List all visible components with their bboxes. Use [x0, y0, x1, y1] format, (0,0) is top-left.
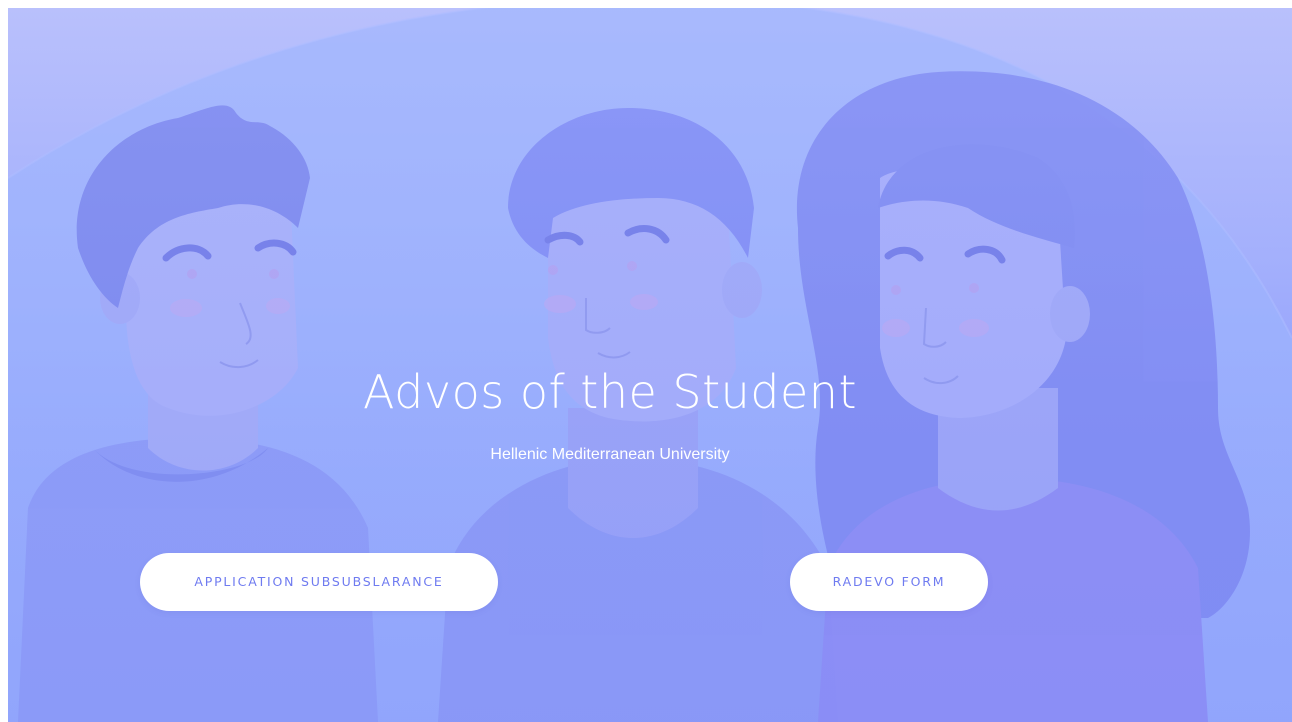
- application-button[interactable]: APPLICATION SUBSUBSLARANCE: [140, 553, 498, 611]
- page-subtitle: Hellenic Mediterranean University: [490, 446, 730, 463]
- page-title: Advos of the Student: [363, 365, 857, 419]
- radevo-form-button[interactable]: RADEVO FORM: [790, 553, 988, 611]
- hero-banner: Advos of the Student Hellenic Mediterran…: [8, 8, 1292, 722]
